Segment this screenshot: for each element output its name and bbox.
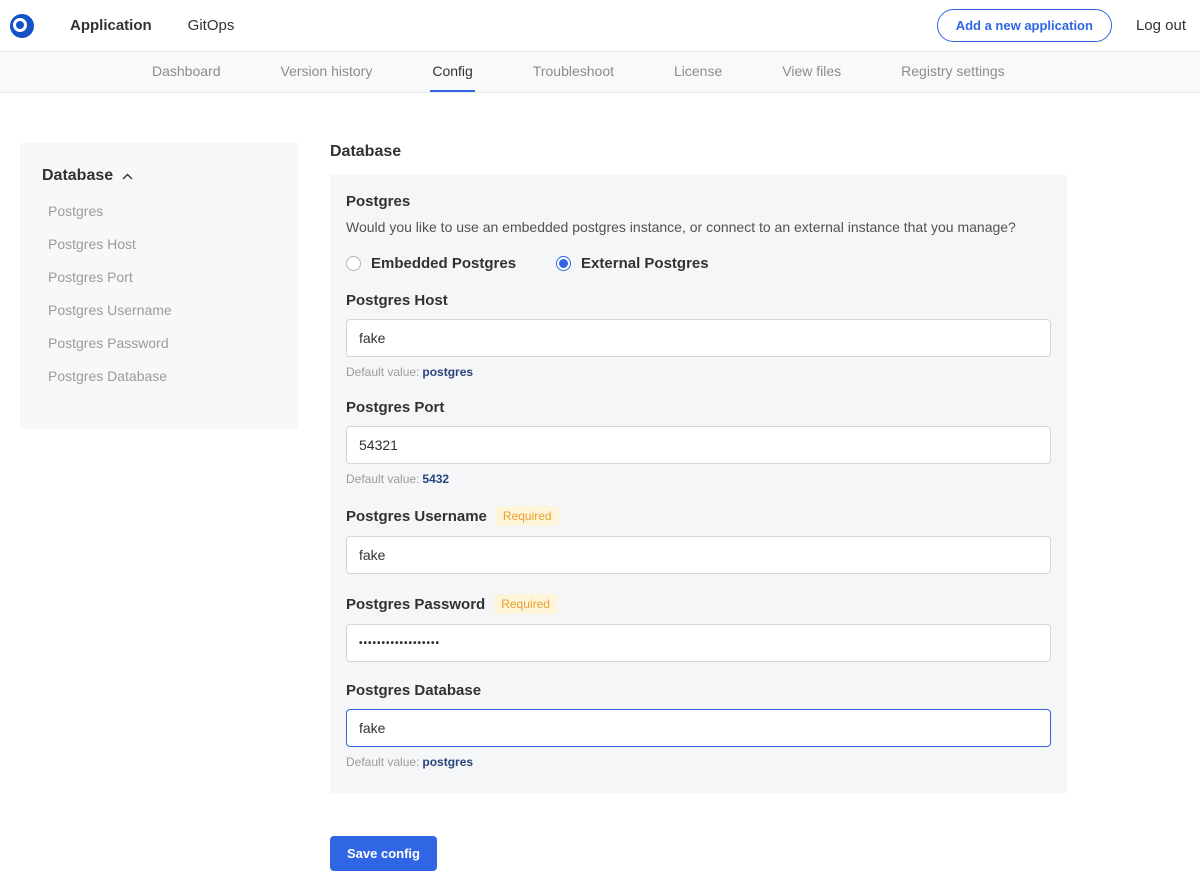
top-nav: Application GitOps: [70, 0, 234, 51]
sidebar-group-database[interactable]: Database: [42, 167, 278, 185]
required-badge: Required: [496, 506, 559, 526]
field-postgres-database: Postgres Database Default value:postgres: [346, 682, 1051, 769]
radio-external-label: External Postgres: [581, 255, 709, 272]
postgres-database-label: Postgres Database: [346, 682, 1051, 699]
subnav-item-config[interactable]: Config: [430, 52, 474, 92]
radio-embedded-postgres[interactable]: Embedded Postgres: [346, 255, 516, 272]
field-postgres-password: Postgres Password Required: [346, 594, 1051, 662]
subnav-item-version-history[interactable]: Version history: [279, 52, 375, 92]
postgres-port-helper: Default value:5432: [346, 472, 1051, 486]
save-config-button[interactable]: Save config: [330, 836, 437, 871]
required-badge: Required: [494, 594, 557, 614]
radio-unselected-icon: [346, 256, 361, 271]
subnav-item-registry-settings[interactable]: Registry settings: [899, 52, 1006, 92]
subnav-item-view-files[interactable]: View files: [780, 52, 843, 92]
postgres-help-text: Would you like to use an embedded postgr…: [346, 219, 1051, 235]
config-sidebar: Database Postgres Postgres Host Postgres…: [20, 143, 298, 429]
logout-link[interactable]: Log out: [1136, 17, 1186, 34]
default-label: Default value:: [346, 365, 419, 379]
sidebar-item-postgres-port[interactable]: Postgres Port: [48, 269, 278, 285]
field-postgres-port: Postgres Port Default value:5432: [346, 399, 1051, 486]
field-postgres-host: Postgres Host Default value:postgres: [346, 292, 1051, 379]
postgres-password-label: Postgres Password Required: [346, 594, 1051, 614]
postgres-mode-radio-group: Embedded Postgres External Postgres: [346, 255, 1051, 272]
config-panel: Postgres Would you like to use an embedd…: [330, 175, 1067, 793]
default-value: 5432: [422, 472, 449, 486]
default-value: postgres: [422, 755, 473, 769]
default-label: Default value:: [346, 755, 419, 769]
content-area: Database Postgres Postgres Host Postgres…: [0, 93, 1200, 871]
subnav-item-dashboard[interactable]: Dashboard: [150, 52, 223, 92]
radio-external-postgres[interactable]: External Postgres: [556, 255, 709, 272]
postgres-database-input[interactable]: [346, 709, 1051, 747]
postgres-database-helper: Default value:postgres: [346, 755, 1051, 769]
app-logo-icon[interactable]: [10, 14, 34, 38]
page-title: Database: [330, 143, 1067, 161]
postgres-port-input[interactable]: [346, 426, 1051, 464]
sidebar-item-postgres-password[interactable]: Postgres Password: [48, 335, 278, 351]
topbar: Application GitOps Add a new application…: [0, 0, 1200, 52]
sidebar-item-postgres-database[interactable]: Postgres Database: [48, 368, 278, 384]
field-postgres-username: Postgres Username Required: [346, 506, 1051, 574]
postgres-host-label: Postgres Host: [346, 292, 1051, 309]
default-label: Default value:: [346, 472, 419, 486]
label-text: Postgres Username: [346, 508, 487, 525]
config-subnav: Dashboard Version history Config Trouble…: [0, 52, 1200, 93]
sidebar-item-postgres-username[interactable]: Postgres Username: [48, 302, 278, 318]
nav-tab-application[interactable]: Application: [70, 0, 152, 51]
nav-tab-gitops[interactable]: GitOps: [188, 0, 235, 51]
default-value: postgres: [422, 365, 473, 379]
label-text: Postgres Password: [346, 596, 485, 613]
postgres-port-label: Postgres Port: [346, 399, 1051, 416]
subnav-item-troubleshoot[interactable]: Troubleshoot: [531, 52, 616, 92]
postgres-host-helper: Default value:postgres: [346, 365, 1051, 379]
postgres-password-input[interactable]: [346, 624, 1051, 662]
postgres-username-label: Postgres Username Required: [346, 506, 1051, 526]
topbar-right: Add a new application Log out: [937, 9, 1186, 42]
sidebar-group-label: Database: [42, 167, 113, 185]
chevron-up-icon: [122, 167, 133, 185]
add-application-button[interactable]: Add a new application: [937, 9, 1112, 42]
radio-embedded-label: Embedded Postgres: [371, 255, 516, 272]
main-column: Database Postgres Would you like to use …: [330, 143, 1067, 871]
sidebar-item-postgres[interactable]: Postgres: [48, 203, 278, 219]
radio-selected-icon: [556, 256, 571, 271]
postgres-username-input[interactable]: [346, 536, 1051, 574]
postgres-group-label: Postgres: [346, 193, 1051, 210]
sidebar-item-postgres-host[interactable]: Postgres Host: [48, 236, 278, 252]
postgres-host-input[interactable]: [346, 319, 1051, 357]
subnav-item-license[interactable]: License: [672, 52, 724, 92]
